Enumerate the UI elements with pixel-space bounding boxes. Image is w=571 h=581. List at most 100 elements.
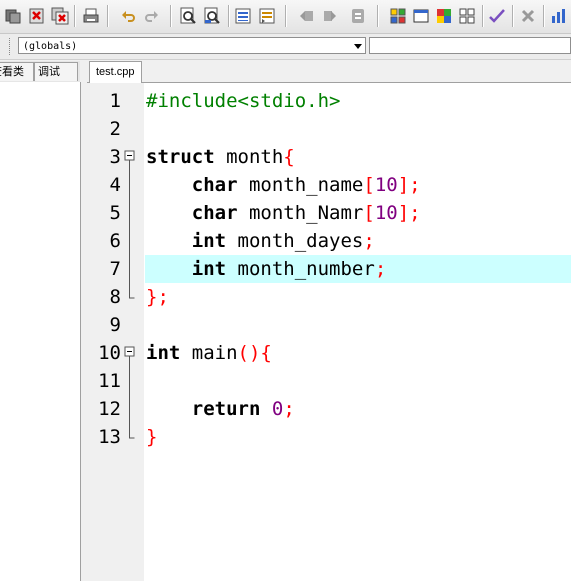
line-number: 9 — [109, 314, 121, 336]
identifier-token — [146, 230, 192, 252]
code-line[interactable]: 13} — [88, 423, 571, 451]
unindent-icon[interactable] — [258, 7, 276, 25]
redo-icon[interactable] — [143, 7, 161, 25]
symbol-token: }; — [146, 286, 169, 308]
fold-toggle-icon[interactable] — [123, 143, 136, 171]
check-icon[interactable] — [488, 7, 506, 25]
indent-icon[interactable] — [234, 7, 252, 25]
line-number: 11 — [98, 370, 121, 392]
line-number: 6 — [109, 230, 121, 252]
code-line[interactable]: 6 int month_dayes; — [88, 227, 571, 255]
code-text: struct month{ — [146, 143, 295, 171]
identifier-token — [146, 258, 192, 280]
symbol-token: { — [283, 146, 295, 168]
cross-icon[interactable] — [519, 7, 537, 25]
close-file-icon[interactable] — [28, 7, 46, 25]
window-icon[interactable] — [412, 7, 430, 25]
toolbar-grip[interactable] — [9, 38, 12, 55]
code-line[interactable]: 12 return 0; — [88, 395, 571, 423]
left-panel — [0, 82, 81, 581]
code-line[interactable]: 1 #include<stdio.h> — [88, 87, 571, 115]
replace-icon[interactable] — [203, 7, 221, 25]
fold-guide — [129, 171, 130, 199]
layout-icon[interactable] — [458, 7, 476, 25]
keyword-token: struct — [146, 146, 215, 168]
code-line[interactable]: 8}; — [88, 283, 571, 311]
fold-guide — [129, 255, 130, 283]
code-text: char month_name[10]; — [146, 171, 421, 199]
code-line[interactable]: 11 — [88, 367, 571, 395]
code-text: return 0; — [146, 395, 295, 423]
grid-icon[interactable] — [389, 7, 407, 25]
new-icon[interactable] — [4, 7, 22, 25]
line-number: 12 — [98, 398, 121, 420]
line-number: 13 — [98, 426, 121, 448]
keyword-token: int — [191, 230, 227, 252]
symbol-token: (){ — [237, 342, 272, 364]
fold-guide — [129, 395, 130, 423]
identifier-token: month_dayes — [226, 230, 364, 252]
print-icon[interactable] — [82, 7, 100, 25]
identifier-token — [260, 398, 271, 420]
colors-icon[interactable] — [435, 7, 453, 25]
chevron-down-icon[interactable] — [354, 44, 362, 49]
scope-bar: (globals) — [0, 34, 571, 60]
undo-icon[interactable] — [119, 7, 137, 25]
identifier-token: month_Namr — [237, 202, 364, 224]
code-text: int month_number; — [146, 255, 387, 283]
keyword-token: int — [191, 258, 227, 280]
panel-splitter[interactable] — [81, 61, 87, 581]
code-line[interactable]: 10 int main(){ — [88, 339, 571, 367]
code-text: char month_Namr[10]; — [146, 199, 421, 227]
identifier-token: month_name — [237, 174, 364, 196]
line-number: 7 — [109, 258, 121, 280]
code-line[interactable]: 9 — [88, 311, 571, 339]
code-line[interactable]: 5 char month_Namr[10]; — [88, 199, 571, 227]
identifier-token — [146, 202, 192, 224]
number-token: 0 — [271, 398, 284, 420]
symbol-token: ; — [283, 398, 295, 420]
chart-icon[interactable] — [550, 7, 568, 25]
bookmark-prev-icon[interactable] — [297, 7, 315, 25]
symbol-token: ; — [374, 258, 387, 280]
identifier-token: month — [214, 146, 284, 168]
identifier-token — [146, 174, 192, 196]
code-line[interactable]: 3 struct month{ — [88, 143, 571, 171]
member-select[interactable] — [369, 37, 571, 54]
scope-value: (globals) — [23, 41, 78, 52]
fold-guide — [129, 199, 130, 227]
bookmark-next-icon[interactable] — [321, 7, 339, 25]
tab-debug[interactable]: 调试 — [34, 62, 78, 81]
keyword-token: char — [191, 174, 238, 196]
preprocessor-token: #include<stdio.h> — [146, 90, 341, 112]
code-text: int main(){ — [146, 339, 272, 367]
bookmark-toggle-icon[interactable] — [349, 7, 367, 25]
keyword-token: char — [191, 202, 238, 224]
line-number: 4 — [109, 174, 121, 196]
code-line[interactable]: 4 char month_name[10]; — [88, 171, 571, 199]
main-toolbar — [0, 0, 571, 34]
code-line[interactable]: 2 — [88, 115, 571, 143]
close-all-icon[interactable] — [51, 7, 69, 25]
find-icon[interactable] — [179, 7, 197, 25]
code-editor[interactable]: 1 #include<stdio.h> 2 3 struct month{4 char … — [88, 83, 571, 581]
left-panel-tabs: 查看类 调试 — [0, 61, 80, 83]
code-text: #include<stdio.h> — [146, 87, 340, 115]
code-text: }; — [146, 283, 169, 311]
symbol-token: [ — [363, 202, 375, 224]
tab-class-view[interactable]: 查看类 — [0, 62, 34, 81]
fold-end-icon — [129, 283, 135, 299]
fold-toggle-icon[interactable] — [123, 339, 136, 367]
line-number: 8 — [109, 286, 121, 308]
keyword-token: return — [191, 398, 261, 420]
symbol-token: } — [146, 426, 158, 448]
line-number: 3 — [109, 146, 121, 168]
number-token: 10 — [374, 202, 398, 224]
number-token: 10 — [374, 174, 398, 196]
symbol-token: ; — [363, 230, 375, 252]
code-text: int month_dayes; — [146, 227, 375, 255]
symbol-token: [ — [363, 174, 375, 196]
tab-test-cpp[interactable]: test.cpp — [89, 61, 142, 83]
code-line[interactable]: 7 int month_number; — [88, 255, 571, 283]
scope-select[interactable]: (globals) — [18, 37, 366, 54]
